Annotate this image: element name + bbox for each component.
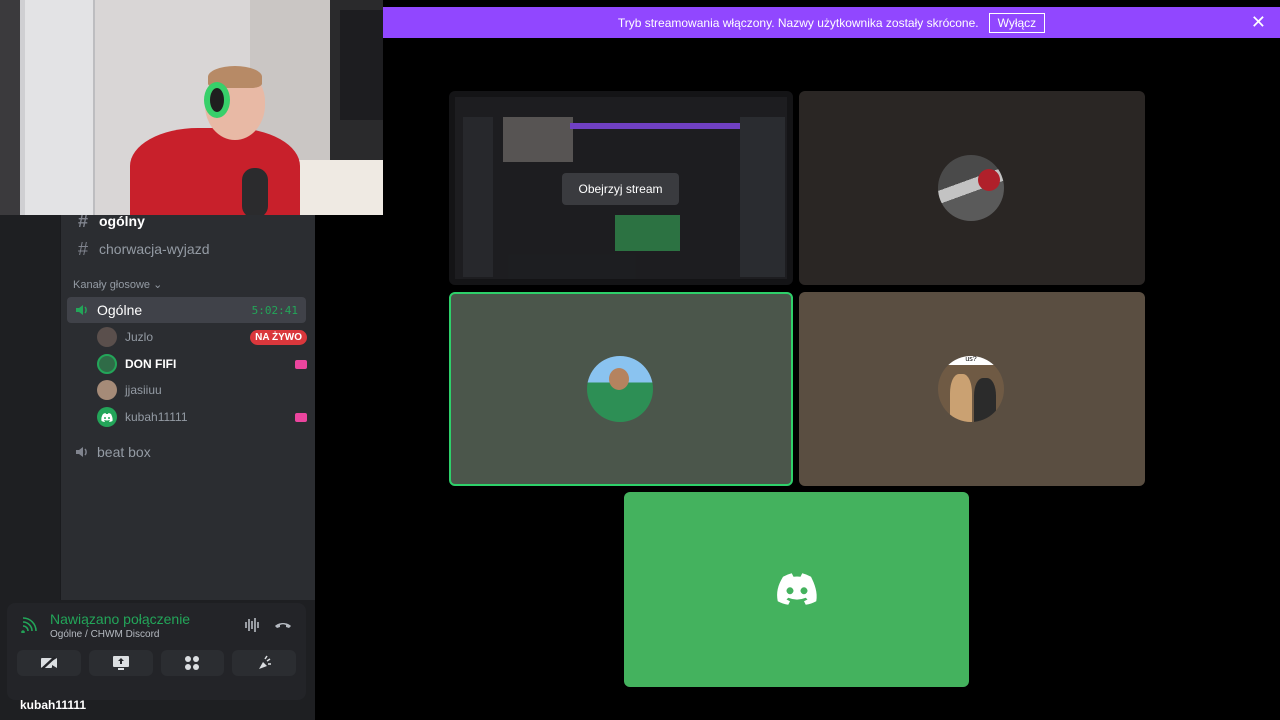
member-name: DON FIFI xyxy=(125,357,177,371)
webcam-overlay xyxy=(0,0,383,215)
chevron-down-icon: ⌄ xyxy=(153,279,163,291)
channel-label: ogólny xyxy=(99,213,145,229)
user-panel-name[interactable]: kubah11111 xyxy=(20,698,110,712)
share-screen-button[interactable] xyxy=(88,650,153,676)
signal-icon[interactable] xyxy=(21,617,37,633)
noise-suppression-icon[interactable] xyxy=(244,617,262,633)
watch-stream-button[interactable]: Obejrzyj stream xyxy=(562,173,679,205)
soundboard-button[interactable] xyxy=(232,650,296,676)
avatar xyxy=(97,354,117,374)
participant-avatar xyxy=(587,356,653,422)
streamer-mode-banner: Tryb streamowania włączony. Nazwy użytko… xyxy=(383,7,1280,38)
voice-channel-label: beat box xyxy=(97,444,151,460)
discord-logo-icon xyxy=(777,573,817,605)
call-timer: 5:02:41 xyxy=(251,303,298,317)
channel-label: chorwacja-wyjazd xyxy=(99,241,210,257)
avatar xyxy=(97,380,117,400)
hash-icon: # xyxy=(77,238,88,259)
member-name: Juzlo xyxy=(125,330,154,344)
activities-button[interactable] xyxy=(160,650,225,676)
disconnect-icon[interactable] xyxy=(274,617,292,633)
voice-member[interactable]: Juzlo NA ŻYWO xyxy=(97,325,307,349)
participant-avatar: us? xyxy=(938,356,1004,422)
stream-icon xyxy=(295,412,307,422)
avatar-caption: us? xyxy=(965,356,977,363)
camera-off-button[interactable] xyxy=(17,650,81,676)
voice-connection-panel: Nawiązano połączenie Ogólne / CHWM Disco… xyxy=(7,603,306,700)
stream-icon xyxy=(295,359,307,369)
voice-member[interactable]: kubah11111 xyxy=(97,405,307,429)
voice-channel-label: Ogólne xyxy=(97,302,143,318)
connection-status[interactable]: Nawiązano połączenie xyxy=(50,611,190,627)
speaker-icon xyxy=(76,305,87,315)
voice-member[interactable]: jjasiiuu xyxy=(97,378,307,402)
voice-channel-ogolne[interactable]: Ogólne 5:02:41 xyxy=(67,297,306,323)
banner-text: Tryb streamowania włączony. Nazwy użytko… xyxy=(617,15,979,30)
speaker-icon xyxy=(76,447,87,457)
member-name: jjasiiuu xyxy=(125,383,162,397)
screen-share-icon xyxy=(112,656,129,670)
close-icon[interactable]: ✕ xyxy=(1251,13,1266,31)
avatar xyxy=(97,327,117,347)
voice-category[interactable]: Kanały głosowe ⌄ xyxy=(73,278,162,291)
member-name: kubah11111 xyxy=(125,410,188,424)
text-channel-chorwacja[interactable]: # chorwacja-wyjazd xyxy=(67,234,307,264)
voice-channel-beat-box[interactable]: beat box xyxy=(67,438,307,466)
streamer-image xyxy=(120,66,300,215)
participant-avatar xyxy=(938,155,1004,221)
activities-icon xyxy=(185,656,200,670)
discord-avatar-icon xyxy=(97,407,117,427)
voice-member[interactable]: DON FIFI xyxy=(97,352,307,376)
category-label: Kanały głosowe xyxy=(73,279,151,291)
camera-off-icon xyxy=(40,656,57,670)
connection-location[interactable]: Ogólne / CHWM Discord xyxy=(50,629,159,640)
soundboard-icon xyxy=(259,655,272,669)
live-badge: NA ŻYWO xyxy=(250,329,307,345)
disable-streamer-mode-button[interactable]: Wyłącz xyxy=(988,12,1046,33)
